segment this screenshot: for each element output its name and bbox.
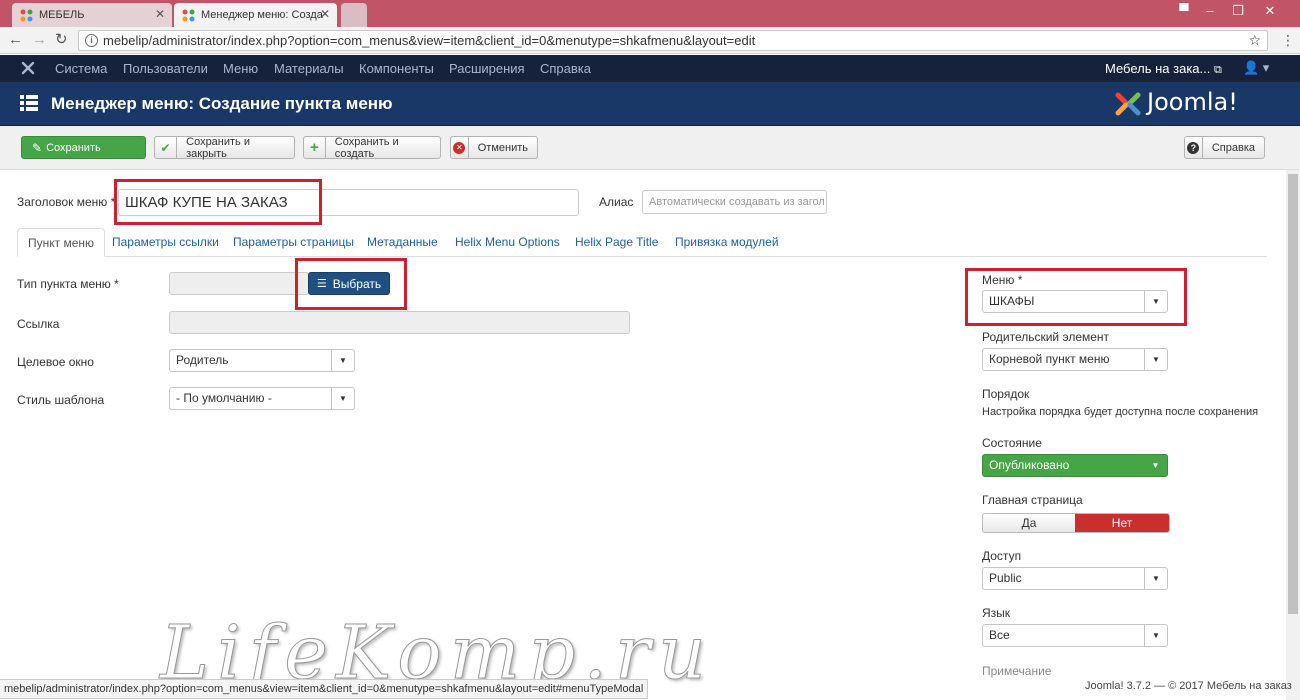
help-button[interactable]: ? Справка (1184, 136, 1265, 159)
chevron-down-icon: ▼ (1151, 461, 1160, 470)
site-name-link[interactable]: Мебель на зака... ⧉ (1105, 61, 1222, 77)
user-profile-icon[interactable]: ▀ (1170, 2, 1198, 20)
browser-menu-icon[interactable]: ⋮ (1281, 31, 1295, 49)
page-scrollbar[interactable] (1286, 170, 1300, 700)
tab-page-display[interactable]: Параметры страницы (223, 228, 364, 257)
title-label: Заголовок меню * (17, 195, 116, 209)
save-new-button[interactable]: + Сохранить и создать (303, 136, 441, 160)
access-select[interactable]: Public ▼ (982, 567, 1168, 590)
topnav-extensions[interactable]: Расширения (449, 61, 525, 76)
topnav-menus[interactable]: Меню (223, 61, 258, 76)
link-label: Ссылка (17, 317, 60, 331)
parent-item-select[interactable]: Корневой пункт меню ▼ (982, 348, 1168, 371)
reload-icon[interactable]: ↻ (55, 31, 68, 49)
close-tab-icon[interactable]: ✕ (155, 7, 165, 21)
url-input[interactable]: i mebelip/administrator/index.php?option… (78, 30, 1268, 51)
joomla-logo-icon[interactable] (20, 60, 36, 79)
save-button[interactable]: ✎ Сохранить (21, 136, 146, 159)
status-bar-url: mebelip/administrator/index.php?option=c… (0, 679, 649, 699)
footer-copyright: Joomla! 3.7.2 — © 2017 Мебель на заказ (1085, 680, 1292, 692)
topnav-help[interactable]: Справка (540, 61, 591, 76)
bookmark-star-icon[interactable]: ☆ (1248, 31, 1261, 50)
home-yes-button[interactable]: Да (983, 514, 1076, 532)
parent-item-label: Родительский элемент (982, 330, 1110, 344)
target-window-label: Целевое окно (17, 355, 94, 369)
window-close-icon[interactable]: ✕ (1256, 2, 1284, 20)
highlight-box-title (114, 179, 322, 225)
alias-input[interactable]: Автоматически создавать из загол (642, 190, 827, 214)
minimize-icon[interactable]: – (1196, 2, 1224, 20)
toolbar: ✎ Сохранить ✔ Сохранить и закрыть + Сохрани… (0, 126, 1300, 170)
language-label: Язык (982, 606, 1011, 620)
tab-metadata[interactable]: Метаданные (357, 228, 448, 257)
chevron-down-icon: ▼ (331, 350, 354, 371)
plus-icon: + (304, 137, 326, 158)
page-title: Менеджер меню: Создание пункта меню (51, 94, 393, 113)
close-tab-icon[interactable]: ✕ (320, 7, 330, 21)
status-label: Состояние (982, 436, 1042, 450)
chevron-down-icon: ▼ (331, 388, 354, 409)
cancel-circle-icon: ✕ (451, 137, 469, 158)
browser-tab-menu-manager[interactable]: Менеджер меню: Созда ✕ (174, 3, 337, 27)
joomla-brand-logo (1112, 89, 1144, 122)
save-close-button[interactable]: ✔ Сохранить и закрыть (154, 136, 295, 160)
status-select[interactable]: Опубликовано ▼ (982, 454, 1168, 477)
browser-tab-title: МЕБЕЛЬ (39, 9, 85, 21)
target-window-select[interactable]: Родитель ▼ (169, 349, 355, 372)
topnav-users[interactable]: Пользователи (123, 61, 208, 76)
menu-type-input (169, 272, 309, 295)
edit-icon: ✎ (32, 140, 43, 155)
tab-helix-menu-options[interactable]: Helix Menu Options (445, 228, 570, 257)
access-label: Доступ (982, 549, 1022, 563)
tab-menu-item[interactable]: Пункт меню (17, 228, 106, 257)
browser-address-bar: ← → ↻ i mebelip/administrator/index.php?… (0, 27, 1300, 54)
joomla-favicon-icon (182, 9, 195, 22)
back-arrow-icon[interactable]: ← (8, 31, 23, 49)
home-page-toggle: Да Нет (982, 513, 1170, 533)
ordering-note: Настройка порядка будет доступна после с… (982, 406, 1259, 418)
note-label: Примечание (982, 664, 1052, 678)
highlight-box-select (295, 258, 407, 310)
topnav-content[interactable]: Материалы (274, 61, 344, 76)
language-select[interactable]: Все ▼ (982, 624, 1168, 647)
forward-arrow-icon[interactable]: → (32, 31, 47, 49)
ordering-label: Порядок (982, 387, 1030, 401)
menu-list-icon (20, 95, 38, 114)
chevron-down-icon: ▼ (1144, 625, 1167, 646)
page-header: Менеджер меню: Создание пункта меню Joom… (0, 82, 1300, 126)
tab-helix-page-title[interactable]: Helix Page Title (565, 228, 668, 257)
user-menu-icon[interactable]: 👤 ▾ (1243, 60, 1269, 76)
home-no-button[interactable]: Нет (1075, 514, 1169, 532)
scrollbar-thumb[interactable] (1288, 174, 1298, 614)
tab-link-options[interactable]: Параметры ссылки (102, 228, 229, 257)
home-page-label: Главная страница (982, 493, 1083, 507)
maximize-icon[interactable]: ❐ (1224, 2, 1252, 20)
cancel-button[interactable]: ✕ Отменить (450, 136, 538, 159)
template-style-label: Стиль шаблона (17, 393, 105, 407)
new-tab-button[interactable] (341, 3, 367, 27)
check-icon: ✔ (155, 137, 178, 158)
chevron-down-icon: ▼ (1144, 568, 1167, 589)
question-icon: ? (1185, 137, 1203, 158)
topnav-components[interactable]: Компоненты (359, 61, 434, 76)
highlight-box-menu (965, 268, 1187, 326)
template-style-select[interactable]: - По умолчанию - ▼ (169, 387, 355, 410)
info-icon[interactable]: i (85, 34, 98, 47)
joomla-brand-text: Joomla! (1147, 88, 1238, 116)
joomla-favicon-icon (20, 9, 33, 22)
browser-tab-mebel[interactable]: МЕБЕЛЬ ✕ (12, 3, 172, 27)
external-link-icon: ⧉ (1214, 64, 1222, 76)
tab-module-assignment[interactable]: Привязка модулей (665, 228, 789, 257)
chevron-down-icon: ▼ (1144, 349, 1167, 370)
admin-top-nav: Система Пользователи Меню Материалы Комп… (0, 55, 1300, 82)
browser-tab-bar: МЕБЕЛЬ ✕ Менеджер меню: Созда ✕ ▀ – ❐ ✕ (0, 0, 1300, 27)
topnav-system[interactable]: Система (55, 61, 107, 76)
alias-label: Алиас (599, 195, 634, 209)
url-text: mebelip/administrator/index.php?option=c… (103, 33, 756, 48)
form-tabs: Пункт меню Параметры ссылки Параметры ст… (17, 228, 1267, 257)
menu-type-label: Тип пункта меню * (17, 277, 119, 291)
browser-tab-title: Менеджер меню: Созда (201, 9, 323, 21)
link-input (169, 311, 630, 334)
